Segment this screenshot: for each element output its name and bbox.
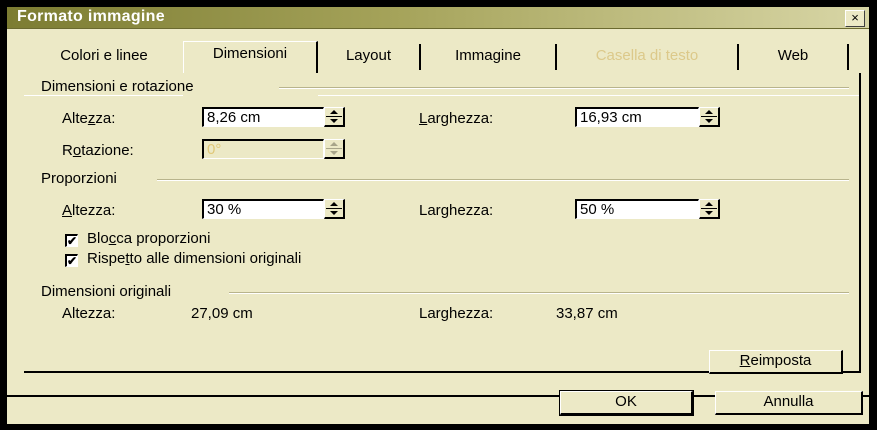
spin-down-icon bbox=[330, 151, 338, 155]
height-spinner[interactable] bbox=[324, 107, 345, 127]
format-picture-dialog: Formato immagine × Colori e linee Dimens… bbox=[4, 4, 869, 424]
spin-down-icon bbox=[705, 211, 713, 215]
cancel-button[interactable]: Annulla bbox=[715, 391, 863, 415]
dialog-title: Formato immagine bbox=[17, 8, 165, 25]
tab-picture[interactable]: Immagine bbox=[421, 44, 557, 70]
group-divider bbox=[229, 292, 849, 294]
group-scale-title: Proporzioni bbox=[41, 170, 117, 187]
ok-button[interactable]: OK bbox=[559, 390, 694, 416]
spin-down-icon bbox=[330, 211, 338, 215]
rotation-label: Rotazione: bbox=[62, 142, 134, 159]
rotation-spinner[interactable] bbox=[324, 139, 345, 159]
height-input[interactable]: 8,26 cm bbox=[202, 107, 324, 127]
scale-width-label: Larghezza: bbox=[419, 202, 494, 219]
group-size-rotation-title: Dimensioni e rotazione bbox=[41, 78, 194, 95]
relative-original-checkbox[interactable]: ✔ bbox=[65, 254, 78, 267]
original-width-value: 33,87 cm bbox=[556, 305, 618, 322]
scale-height-label: Altezza: bbox=[62, 202, 116, 219]
lock-aspect-label[interactable]: Blocca proporzioni bbox=[87, 230, 210, 247]
width-input[interactable]: 16,93 cm bbox=[575, 107, 699, 127]
scale-width-spinner[interactable] bbox=[699, 199, 720, 219]
width-spinner[interactable] bbox=[699, 107, 720, 127]
relative-original-label[interactable]: Rispetto alle dimensioni originali bbox=[87, 250, 301, 267]
reset-button[interactable]: Reimposta bbox=[709, 350, 843, 374]
lock-aspect-checkbox[interactable]: ✔ bbox=[65, 234, 78, 247]
group-divider bbox=[157, 179, 849, 181]
spin-up-icon bbox=[705, 202, 713, 206]
scale-height-spinner[interactable] bbox=[324, 199, 345, 219]
tab-strip: Colori e linee Dimensioni Layout Immagin… bbox=[7, 29, 869, 96]
tab-baseline-left bbox=[24, 95, 183, 96]
width-label: Larghezza: bbox=[419, 110, 494, 127]
group-divider bbox=[279, 87, 849, 89]
spin-up-icon bbox=[330, 110, 338, 114]
original-height-label: Altezza: bbox=[62, 305, 116, 322]
original-height-value: 27,09 cm bbox=[191, 305, 253, 322]
spin-down-icon bbox=[330, 119, 338, 123]
panel-border-right bbox=[859, 73, 861, 371]
tab-layout[interactable]: Layout bbox=[318, 44, 421, 70]
tab-colors-lines[interactable]: Colori e linee bbox=[25, 44, 183, 70]
scale-width-input[interactable]: 50 % bbox=[575, 199, 699, 219]
tab-size[interactable]: Dimensioni bbox=[183, 41, 318, 73]
tab-baseline-right bbox=[318, 95, 860, 96]
title-bar[interactable]: Formato immagine × bbox=[7, 7, 869, 29]
close-button[interactable]: × bbox=[845, 10, 865, 27]
tab-text-box[interactable]: Casella di testo bbox=[557, 44, 739, 70]
original-width-label: Larghezza: bbox=[419, 305, 494, 322]
scale-height-input[interactable]: 30 % bbox=[202, 199, 324, 219]
spin-up-icon bbox=[330, 202, 338, 206]
tab-web[interactable]: Web bbox=[739, 44, 849, 70]
close-icon: × bbox=[851, 10, 859, 25]
rotation-input[interactable]: 0° bbox=[202, 139, 324, 159]
group-original-title: Dimensioni originali bbox=[41, 283, 172, 300]
height-label: Altezza: bbox=[62, 110, 116, 127]
spin-up-icon bbox=[330, 142, 338, 146]
spin-down-icon bbox=[705, 119, 713, 123]
spin-up-icon bbox=[705, 110, 713, 114]
